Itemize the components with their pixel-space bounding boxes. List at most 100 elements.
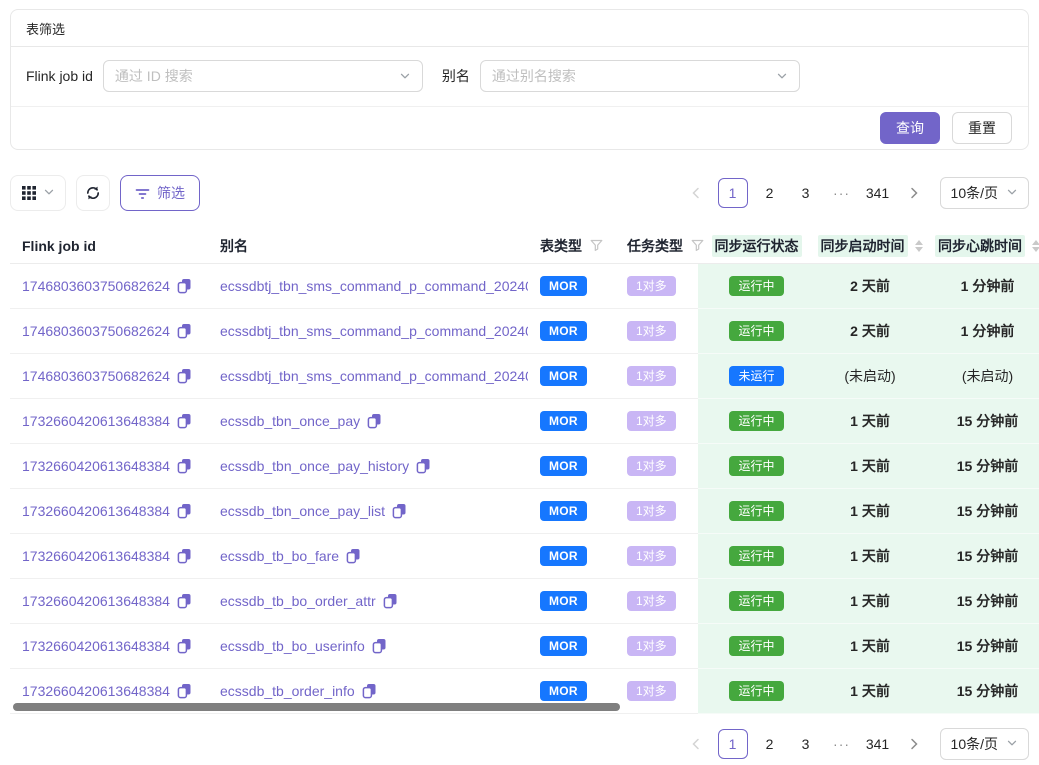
next-page-button[interactable]: [900, 729, 928, 759]
filter-button[interactable]: 筛选: [120, 175, 200, 211]
copy-alias-button[interactable]: [362, 683, 377, 699]
task-type-tag: 1对多: [627, 366, 676, 386]
copy-icon[interactable]: [177, 323, 192, 339]
flink-job-id-link[interactable]: 1732660420613648384: [22, 503, 170, 519]
cell-sync-status: 运行中: [698, 624, 815, 669]
copy-icon[interactable]: [177, 503, 192, 519]
alias-select[interactable]: 通过别名搜索: [480, 60, 800, 92]
prev-page-button[interactable]: [682, 729, 710, 759]
flink-job-id-link[interactable]: 1732660420613648384: [22, 413, 170, 429]
task-type-tag: 1对多: [627, 681, 676, 701]
copy-alias-button[interactable]: [383, 593, 398, 609]
copy-id-button[interactable]: [177, 458, 192, 474]
flink-job-id-select[interactable]: 通过 ID 搜索: [103, 60, 423, 92]
cell-sync-start-time: 2 天前: [815, 264, 925, 309]
alias-link[interactable]: ecssdb_tbn_once_pay: [220, 413, 360, 429]
alias-link[interactable]: ecssdb_tbn_once_pay_list: [220, 503, 385, 519]
page-button-3[interactable]: 3: [792, 729, 820, 759]
page-button-last[interactable]: 341: [864, 178, 892, 208]
page-button-3[interactable]: 3: [792, 178, 820, 208]
sync-status-badge: 运行中: [729, 456, 783, 476]
copy-icon[interactable]: [372, 638, 387, 654]
flink-job-id-link[interactable]: 1732660420613648384: [22, 683, 170, 699]
prev-page-button[interactable]: [682, 178, 710, 208]
cell-alias: ecssdb_tbn_once_pay_history: [208, 444, 528, 489]
table-header-row: Flink job id 别名 表类型 任务类型 同步运行状态: [10, 228, 1039, 264]
page-ellipsis[interactable]: ···: [828, 178, 856, 208]
copy-id-button[interactable]: [177, 503, 192, 519]
flink-job-id-link[interactable]: 1732660420613648384: [22, 548, 170, 564]
copy-icon[interactable]: [177, 593, 192, 609]
next-page-button[interactable]: [900, 178, 928, 208]
copy-id-button[interactable]: [177, 548, 192, 564]
alias-link[interactable]: ecssdb_tb_order_info: [220, 683, 355, 699]
copy-icon[interactable]: [383, 593, 398, 609]
table-type-filter-icon[interactable]: [590, 239, 603, 252]
copy-alias-button[interactable]: [367, 413, 382, 429]
page-ellipsis[interactable]: ···: [828, 729, 856, 759]
copy-icon[interactable]: [367, 413, 382, 429]
col-header-sync-heartbeat-time[interactable]: 同步心跳时间: [925, 228, 1039, 264]
copy-icon[interactable]: [177, 638, 192, 654]
copy-alias-button[interactable]: [416, 458, 431, 474]
copy-id-button[interactable]: [177, 278, 192, 294]
column-settings-button[interactable]: [10, 175, 66, 211]
copy-id-button[interactable]: [177, 323, 192, 339]
sorter-icon[interactable]: [915, 240, 923, 252]
page-button-1[interactable]: 1: [718, 729, 748, 759]
copy-icon[interactable]: [177, 278, 192, 294]
page-size-select[interactable]: 10条/页: [940, 728, 1029, 760]
filter-funnel-icon[interactable]: [590, 239, 603, 252]
flink-job-id-link[interactable]: 1746803603750682624: [22, 368, 170, 384]
alias-link[interactable]: ecssdbtj_tbn_sms_command_p_command_20240…: [220, 323, 528, 339]
cell-sync-heartbeat-time: 15 分钟前: [925, 579, 1039, 624]
copy-id-button[interactable]: [177, 638, 192, 654]
copy-id-button[interactable]: [177, 368, 192, 384]
page-button-2[interactable]: 2: [756, 178, 784, 208]
copy-icon[interactable]: [416, 458, 431, 474]
alias-link[interactable]: ecssdb_tbn_once_pay_history: [220, 458, 409, 474]
copy-icon[interactable]: [177, 368, 192, 384]
col-header-sync-start-time[interactable]: 同步启动时间: [815, 228, 925, 264]
cell-task-type: 1对多: [615, 489, 698, 534]
cell-sync-status: 运行中: [698, 264, 815, 309]
flink-job-id-link[interactable]: 1732660420613648384: [22, 593, 170, 609]
copy-icon[interactable]: [177, 548, 192, 564]
copy-id-button[interactable]: [177, 683, 192, 699]
cell-sync-status: 运行中: [698, 399, 815, 444]
flink-job-id-link[interactable]: 1732660420613648384: [22, 458, 170, 474]
flink-job-id-link[interactable]: 1732660420613648384: [22, 638, 170, 654]
alias-link[interactable]: ecssdb_tb_bo_fare: [220, 548, 339, 564]
copy-id-button[interactable]: [177, 593, 192, 609]
chevron-down-icon: [1006, 185, 1018, 201]
sorter-icon[interactable]: [1032, 240, 1039, 252]
query-button[interactable]: 查询: [880, 112, 940, 144]
copy-icon[interactable]: [362, 683, 377, 699]
copy-icon[interactable]: [177, 413, 192, 429]
horizontal-scrollbar-thumb[interactable]: [13, 703, 620, 711]
alias-link[interactable]: ecssdbtj_tbn_sms_command_p_command_20240…: [220, 278, 528, 294]
page-button-last[interactable]: 341: [864, 729, 892, 759]
copy-alias-button[interactable]: [372, 638, 387, 654]
chevron-down-icon: [43, 186, 55, 198]
refresh-button[interactable]: [76, 175, 110, 211]
page-button-2[interactable]: 2: [756, 729, 784, 759]
copy-icon[interactable]: [346, 548, 361, 564]
alias-link[interactable]: ecssdb_tb_bo_userinfo: [220, 638, 365, 654]
copy-alias-button[interactable]: [346, 548, 361, 564]
cell-table-type: MOR: [528, 579, 615, 624]
copy-icon[interactable]: [392, 503, 407, 519]
cell-table-type: MOR: [528, 399, 615, 444]
copy-icon[interactable]: [177, 683, 192, 699]
flink-job-id-link[interactable]: 1746803603750682624: [22, 278, 170, 294]
alias-link[interactable]: ecssdb_tb_bo_order_attr: [220, 593, 376, 609]
copy-id-button[interactable]: [177, 413, 192, 429]
alias-link[interactable]: ecssdbtj_tbn_sms_command_p_command_20240…: [220, 368, 528, 384]
copy-alias-button[interactable]: [392, 503, 407, 519]
page-button-1[interactable]: 1: [718, 178, 748, 208]
cell-sync-heartbeat-time: 15 分钟前: [925, 399, 1039, 444]
flink-job-id-link[interactable]: 1746803603750682624: [22, 323, 170, 339]
copy-icon[interactable]: [177, 458, 192, 474]
page-size-select[interactable]: 10条/页: [940, 177, 1029, 209]
reset-button[interactable]: 重置: [952, 112, 1012, 144]
